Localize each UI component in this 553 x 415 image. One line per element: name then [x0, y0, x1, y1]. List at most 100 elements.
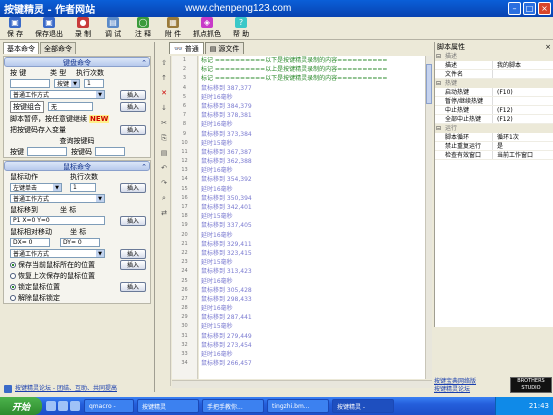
property-row[interactable]: 禁止重复运行是: [435, 142, 553, 151]
dy-input[interactable]: DY= 0: [60, 238, 100, 247]
minimize-button[interactable]: –: [508, 2, 521, 15]
code-line[interactable]: 延时16毫秒: [199, 231, 425, 240]
mouse-action-select[interactable]: 左键单击 ▼: [10, 183, 62, 192]
taskbar-task[interactable]: 按键精灵 -: [332, 399, 394, 413]
mouse-section-header[interactable]: 鼠标命令 ⌃: [4, 161, 150, 171]
replace-icon[interactable]: ⇄: [158, 209, 170, 221]
code-line[interactable]: 标记 ==========以上是按键精灵录制的内容==========: [199, 65, 425, 74]
code-line[interactable]: 鼠标移到 273,454: [199, 341, 425, 350]
tab-normal-view[interactable]: 👓 普通: [169, 42, 204, 54]
move-down-icon[interactable]: ↓: [158, 104, 170, 116]
media-icon[interactable]: [70, 401, 80, 411]
code-line[interactable]: 鼠标移到 287,441: [199, 313, 425, 322]
code-line[interactable]: 鼠标移到 373,384: [199, 130, 425, 139]
mouse-workmode-select[interactable]: 普通工作方式 ▼: [10, 194, 105, 203]
property-value[interactable]: [493, 70, 497, 78]
close-icon[interactable]: ×: [545, 42, 551, 52]
property-value[interactable]: 循环1次: [493, 133, 519, 141]
mouse-count-input[interactable]: 1: [70, 183, 96, 192]
property-row[interactable]: 文件名: [435, 70, 553, 79]
code-line[interactable]: 延时15毫秒: [199, 212, 425, 221]
close-button[interactable]: ×: [538, 2, 551, 15]
property-value[interactable]: (F12): [493, 106, 513, 114]
tab-source-view[interactable]: ▤ 源文件: [204, 42, 245, 54]
code-line[interactable]: 鼠标移到 387,377: [199, 84, 425, 93]
code-line[interactable]: 延时15毫秒: [199, 322, 425, 331]
unlock-pos-radio[interactable]: [10, 294, 16, 301]
dx-input[interactable]: DX= 0: [10, 238, 50, 247]
property-value[interactable]: 当前工作窗口: [493, 151, 533, 159]
code-line[interactable]: 鼠标移到 329,411: [199, 240, 425, 249]
property-row[interactable]: 描述 我的脚本: [435, 61, 553, 70]
save-exit-button[interactable]: ▣ 保存退出: [32, 17, 66, 39]
paste-icon[interactable]: ▤: [158, 149, 170, 161]
attachment-button[interactable]: ▦ 附 件: [160, 17, 186, 39]
query-key-input[interactable]: [27, 147, 67, 156]
comment-button[interactable]: ◯ 注 释: [130, 17, 156, 39]
maximize-button[interactable]: □: [523, 2, 536, 15]
delete-icon[interactable]: ✕: [158, 89, 170, 101]
property-row[interactable]: 全部中止热键 (F12): [435, 115, 553, 124]
code-line[interactable]: 鼠标移到 323,415: [199, 249, 425, 258]
code-line[interactable]: 延时16毫秒: [199, 185, 425, 194]
ie-icon[interactable]: [46, 401, 56, 411]
key-count-input[interactable]: 1: [84, 79, 104, 88]
property-row[interactable]: 检查有效窗口 当前工作窗口: [435, 151, 553, 160]
start-button[interactable]: 开始: [0, 397, 42, 415]
cursor-icon[interactable]: ⇧: [158, 59, 170, 71]
code-line[interactable]: 鼠标移到 337,405: [199, 221, 425, 230]
save-pos-radio[interactable]: [10, 261, 16, 268]
code-line[interactable]: 鼠标移到 266,457: [199, 359, 425, 368]
scrollbar-thumb[interactable]: [426, 64, 432, 104]
keyboard-section-header[interactable]: 键盘命令 ⌃: [4, 57, 150, 67]
code-line[interactable]: 鼠标移到 298,433: [199, 295, 425, 304]
property-value[interactable]: 是: [493, 142, 503, 150]
property-value[interactable]: (F12): [493, 115, 513, 123]
code-line[interactable]: 鼠标移到 279,449: [199, 332, 425, 341]
code-line[interactable]: 鼠标移到 313,423: [199, 267, 425, 276]
taskbar-task[interactable]: qmacro -: [84, 399, 134, 413]
code-line[interactable]: 延时16毫秒: [199, 277, 425, 286]
key-type-select[interactable]: 按键 ▼: [54, 79, 80, 88]
code-line[interactable]: 标记 ==========以下是按键精灵录制的内容==========: [199, 74, 425, 83]
insert-move-button[interactable]: 插入: [120, 215, 146, 226]
insert-key-button[interactable]: 插入: [120, 89, 146, 100]
move-coord-input[interactable]: P1 X=0 Y=0: [10, 216, 105, 225]
copy-icon[interactable]: ⎘: [158, 134, 170, 146]
insert-pos-button[interactable]: 插入: [120, 259, 146, 270]
debug-button[interactable]: ▤ 调 试: [100, 17, 126, 39]
code-line[interactable]: 标记 ==========以下是按键精灵录制的内容==========: [199, 56, 425, 65]
tab-all-commands[interactable]: 全部命令: [40, 42, 76, 54]
record-button[interactable]: ● 录 制: [70, 17, 96, 39]
code-line[interactable]: 鼠标移到 378,381: [199, 111, 425, 120]
code-line[interactable]: 鼠标移到 384,379: [199, 102, 425, 111]
code-line[interactable]: 延时16毫秒: [199, 350, 425, 359]
restore-pos-radio[interactable]: [10, 272, 16, 279]
code-line[interactable]: 延时16毫秒: [199, 304, 425, 313]
code-line[interactable]: 延时15毫秒: [199, 139, 425, 148]
insert-save-key-button[interactable]: 插入: [120, 124, 146, 135]
code-line[interactable]: 延时15毫秒: [199, 258, 425, 267]
property-value[interactable]: (F10): [493, 88, 513, 96]
code-line[interactable]: 延时16毫秒: [199, 120, 425, 129]
code-line[interactable]: 延时16毫秒: [199, 166, 425, 175]
code-line[interactable]: 延时16毫秒: [199, 93, 425, 102]
property-row[interactable]: 中止热键 (F12): [435, 106, 553, 115]
lock-pos-radio[interactable]: [10, 283, 16, 290]
save-button[interactable]: ▣ 保 存: [2, 17, 28, 39]
combo-button[interactable]: 按键组合: [10, 100, 44, 113]
combo-input[interactable]: 无: [48, 102, 93, 111]
key-workmode-select[interactable]: 普通工作方式 ▼: [10, 90, 105, 99]
taskbar-task[interactable]: tingzhi.bm...: [267, 399, 329, 413]
rel-workmode-select[interactable]: 普通工作方式 ▼: [10, 249, 105, 258]
property-value[interactable]: 我的脚本: [493, 61, 521, 69]
code-line[interactable]: 鼠标移到 362,388: [199, 157, 425, 166]
insert-mouse-button[interactable]: 插入: [120, 182, 146, 193]
forum-slogan-link[interactable]: 按键精灵论坛 - 团结、互助、共同提高: [15, 383, 117, 395]
property-row[interactable]: 暂停/继续热键: [435, 97, 553, 106]
property-category[interactable]: 运行: [435, 124, 553, 133]
query-code-input[interactable]: [95, 147, 125, 156]
tab-basic-commands[interactable]: 基本命令: [3, 42, 39, 54]
key-input[interactable]: [10, 79, 50, 88]
insert-lock-button[interactable]: 插入: [120, 281, 146, 292]
